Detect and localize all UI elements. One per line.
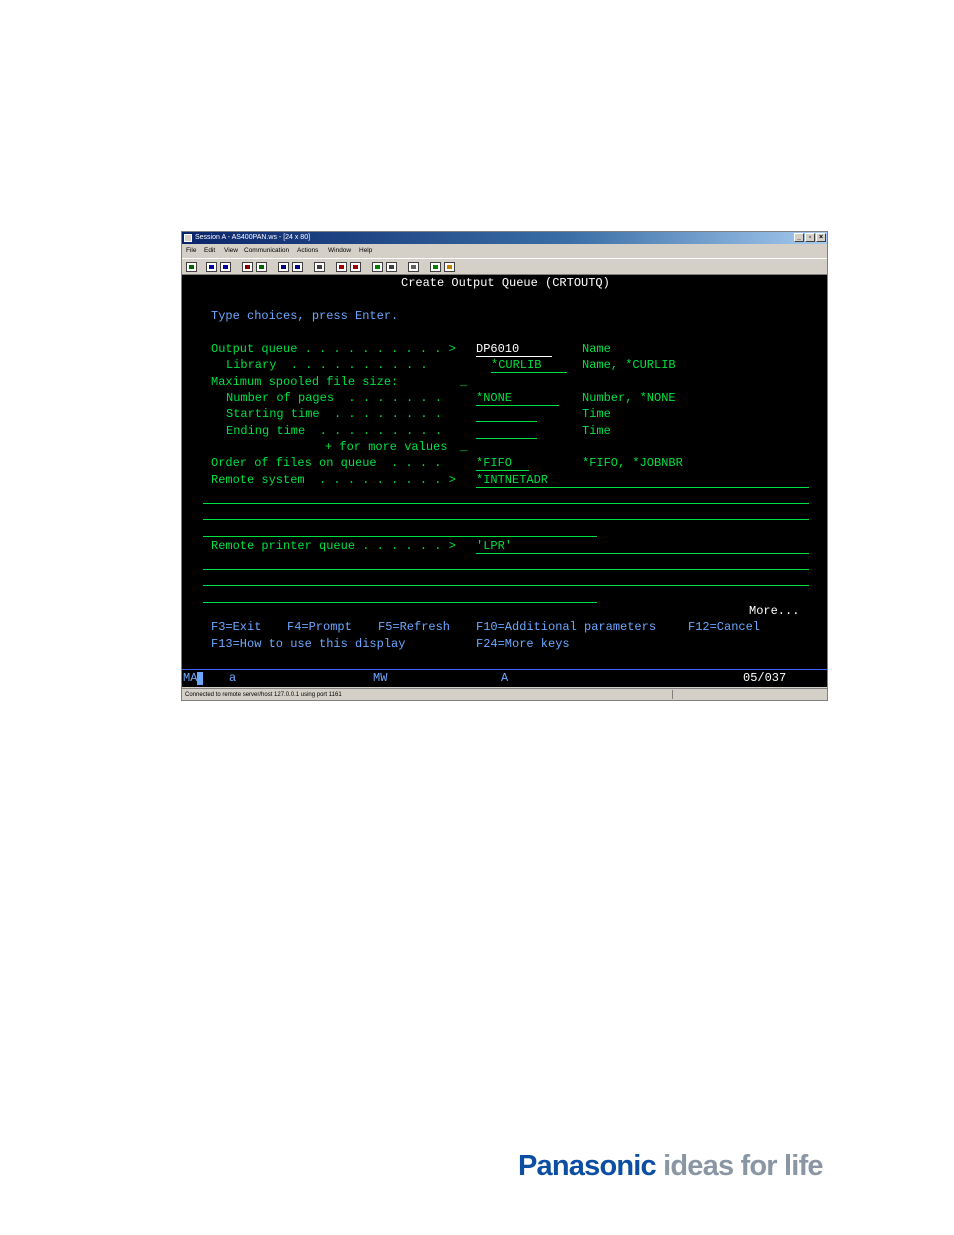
start-time-label: Starting time . . . . . . . . [226,407,443,421]
emulator-window: Session A - AS400PAN.ws - [24 x 80] _ ▫ … [181,231,828,701]
keypad-icon[interactable] [292,262,303,272]
remote-system-continuation[interactable] [203,503,809,504]
connection-status: Connected to remote server/host 127.0.0.… [185,692,342,698]
remote-system-label: Remote system . . . . . . . . . > [211,473,456,487]
macro-icon[interactable] [314,262,325,272]
clear-icon[interactable] [386,262,397,272]
end-time-input[interactable] [476,424,537,439]
panasonic-logo: Panasonic ideas for life [518,1148,824,1184]
remote-printer-queue-continuation[interactable] [203,569,809,570]
settings-icon[interactable] [408,262,419,272]
cursor-position: 05/037 [743,671,787,685]
fkey-f3[interactable]: F3=Exit [211,620,261,634]
remote-printer-queue-label: Remote printer queue . . . . . . > [211,539,456,553]
fkey-f12[interactable]: F12=Cancel [688,620,760,634]
remote-system-continuation[interactable] [203,536,597,537]
terminal-screen[interactable]: Create Output Queue (CRTOUTQ) Type choic… [182,275,827,669]
status-bar: Connected to remote server/host 127.0.0.… [182,688,827,700]
pages-label: Number of pages . . . . . . . [226,391,443,405]
menu-bar: File Edit View Communication Actions Win… [182,245,827,257]
output-queue-label: Output queue . . . . . . . . . . > [211,342,456,356]
fkey-f24[interactable]: F24=More keys [476,637,570,651]
toolbar [182,258,827,275]
receive-icon[interactable] [256,262,267,272]
oia-session: a [229,671,237,685]
logo-tagline: ideas for life [663,1150,823,1182]
remote-printer-queue-continuation[interactable] [203,585,809,586]
stop-icon[interactable] [350,262,361,272]
app-icon [184,234,192,242]
minimize-button[interactable]: _ [794,233,804,242]
remote-printer-queue-input[interactable]: 'LPR' [476,539,512,553]
close-button[interactable]: × [816,233,826,242]
window-title: Session A - AS400PAN.ws - [24 x 80] [195,234,311,241]
edit-icon[interactable] [444,262,455,272]
menu-edit[interactable]: Edit [204,245,215,257]
print-icon[interactable] [186,262,197,272]
menu-file[interactable]: File [186,245,196,257]
instruction-text: Type choices, press Enter. [211,309,399,323]
remote-system-underline [476,487,809,488]
status-divider [672,690,673,699]
end-time-help: Time [582,424,611,438]
copy-icon[interactable] [206,262,217,272]
menu-help[interactable]: Help [359,245,372,257]
pages-input[interactable]: *NONE [476,391,559,406]
library-input[interactable]: *CURLIB [491,358,567,373]
menu-view[interactable]: View [224,245,238,257]
start-time-input[interactable] [476,407,537,422]
more-indicator: More... [749,604,800,618]
logo-brand: Panasonic [518,1150,657,1182]
remote-printer-queue-underline [476,553,809,554]
pages-help: Number, *NONE [582,391,676,405]
display-icon[interactable] [278,262,289,272]
order-input[interactable]: *FIFO [476,456,529,471]
oia-indicator: MA [183,671,198,685]
more-values-label: + for more values [325,440,448,454]
more-values-input[interactable]: _ [460,440,467,454]
paste-icon[interactable] [220,262,231,272]
remote-system-input[interactable]: *INTNETADR [476,473,548,487]
output-queue-input[interactable]: DP6010 [476,342,552,357]
restore-button[interactable]: ▫ [805,233,815,242]
send-icon[interactable] [242,262,253,272]
globe-icon[interactable] [430,262,441,272]
max-size-input[interactable]: _ [460,375,467,389]
end-time-label: Ending time . . . . . . . . . [226,424,443,438]
menu-actions[interactable]: Actions [297,245,318,257]
title-bar[interactable]: Session A - AS400PAN.ws - [24 x 80] _ ▫ … [182,232,827,244]
library-help: Name, *CURLIB [582,358,676,372]
operator-info-area: MA a MW A 05/037 [182,669,827,687]
fkey-f10[interactable]: F10=Additional parameters [476,620,656,634]
cursor-block [197,672,203,685]
fkey-f4[interactable]: F4=Prompt [287,620,352,634]
play-icon[interactable] [372,262,383,272]
fkey-f5[interactable]: F5=Refresh [378,620,450,634]
oia-field: A [501,671,509,685]
record-icon[interactable] [336,262,347,272]
max-size-label: Maximum spooled file size: [211,375,399,389]
remote-printer-queue-continuation[interactable] [203,602,597,603]
fkey-f13[interactable]: F13=How to use this display [211,637,405,651]
library-label: Library . . . . . . . . . . [226,358,428,372]
menu-communication[interactable]: Communication [244,245,289,257]
order-help: *FIFO, *JOBNBR [582,456,683,470]
screen-title: Create Output Queue (CRTOUTQ) [401,276,610,290]
menu-window[interactable]: Window [328,245,351,257]
output-queue-help: Name [582,342,611,356]
remote-system-continuation[interactable] [203,519,809,520]
order-label: Order of files on queue . . . . [211,456,442,470]
oia-mode: MW [373,671,388,685]
start-time-help: Time [582,407,611,421]
